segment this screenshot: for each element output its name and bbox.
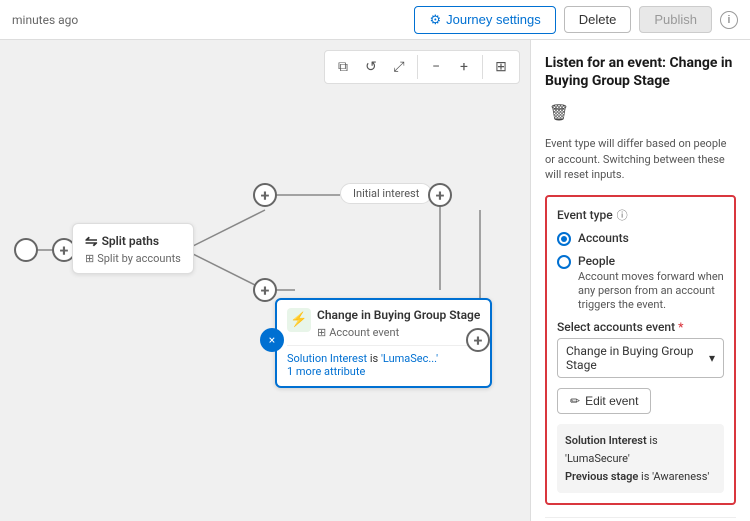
event-config-box: Event type ⓘ Accounts People Account mov… [545, 195, 736, 506]
event-node-info: Change in Buying Group Stage ⊞ Account e… [317, 308, 480, 339]
toolbar-divider2 [482, 55, 483, 79]
canvas-area[interactable]: ⧉ ↺ ⤢ − + ⊞ [0, 40, 530, 521]
plus-node-label[interactable]: + [428, 183, 452, 207]
delete-event-button[interactable]: 🗑 [545, 98, 573, 126]
pencil-icon: ✏ [570, 394, 580, 408]
split-title: ⇋ Split paths [85, 232, 181, 250]
event-type-info-icon: ⓘ [617, 207, 628, 223]
accounts-label-wrap: Accounts [578, 231, 629, 245]
event-attr-1: Solution Interest is 'LumaSec...' [287, 352, 480, 365]
attribute-box: Solution Interest is 'LumaSecure' Previo… [557, 424, 724, 493]
journey-settings-button[interactable]: ⚙ Journey settings [414, 6, 555, 34]
event-type-label: Event type ⓘ [557, 207, 724, 223]
panel-note: Event type will differ based on people o… [545, 136, 736, 182]
expand-button[interactable]: ⤢ [387, 55, 411, 79]
info-icon[interactable]: i [720, 11, 738, 29]
label-node: Initial interest [340, 183, 432, 204]
add-node-button-top[interactable]: + [253, 183, 277, 207]
select-accounts-event-label: Select accounts event * [557, 320, 724, 334]
zoom-in-button[interactable]: + [452, 55, 476, 79]
timestamp: minutes ago [12, 13, 78, 27]
canvas-toolbar: ⧉ ↺ ⤢ − + ⊞ [324, 50, 520, 84]
zoom-out-button[interactable]: − [424, 55, 448, 79]
add-node-button-right[interactable]: + [466, 328, 490, 352]
event-more-attrs: 1 more attribute [287, 365, 480, 378]
event-subtitle: ⊞ Account event [317, 326, 480, 339]
plus-node-top[interactable]: + [253, 183, 277, 207]
panel-title: Listen for an event: Change in Buying Gr… [545, 54, 736, 90]
event-node-attrs: Solution Interest is 'LumaSec...' 1 more… [287, 345, 480, 378]
delete-button[interactable]: Delete [564, 6, 632, 33]
people-radio[interactable] [557, 255, 571, 269]
attr-val-1: LumaSecure [567, 452, 628, 465]
entry-node [14, 238, 38, 262]
toolbar-divider [417, 55, 418, 79]
add-node-button-label[interactable]: + [428, 183, 452, 207]
accounts-radio-option[interactable]: Accounts [557, 231, 724, 246]
publish-button[interactable]: Publish [639, 6, 712, 33]
event-header: ⚡ Change in Buying Group Stage ⊞ Account… [287, 308, 480, 339]
close-circle[interactable]: × [260, 328, 284, 352]
timeout-section: Timeout Define the amount of time the Jo… [545, 517, 736, 521]
attr-line-1: Solution Interest is 'LumaSecure' [565, 432, 716, 467]
event-node[interactable]: ⚡ Change in Buying Group Stage ⊞ Account… [275, 298, 492, 388]
people-radio-option[interactable]: People Account moves forward when any pe… [557, 254, 724, 313]
accounts-event-select[interactable]: Change in Buying Group Stage ▾ [557, 338, 724, 378]
top-bar: minutes ago ⚙ Journey settings Delete Pu… [0, 0, 750, 40]
top-bar-actions: ⚙ Journey settings Delete Publish i [414, 6, 738, 34]
plus-node-right[interactable]: + [466, 328, 490, 352]
close-node[interactable]: × [260, 328, 284, 352]
main-content: ⧉ ↺ ⤢ − + ⊞ [0, 40, 750, 521]
accounts-radio[interactable] [557, 232, 571, 246]
attr-val-2: Awareness [653, 470, 707, 483]
gear-icon: ⚙ [429, 12, 441, 28]
edit-event-button[interactable]: ✏ Edit event [557, 388, 651, 414]
add-node-button-bottom[interactable]: + [253, 278, 277, 302]
event-lightning-icon: ⚡ [287, 308, 311, 332]
split-subtitle: ⊞ Split by accounts [85, 252, 181, 265]
people-label-wrap: People Account moves forward when any pe… [578, 254, 724, 313]
split-paths-node[interactable]: ⇋ Split paths ⊞ Split by accounts [72, 223, 194, 274]
entry-circle [14, 238, 38, 262]
undo-button[interactable]: ↺ [359, 55, 383, 79]
grid-toggle-button[interactable]: ⊞ [489, 55, 513, 79]
dropdown-arrow-icon: ▾ [709, 351, 715, 365]
plus-node-bottom[interactable]: + [253, 278, 277, 302]
copy-canvas-button[interactable]: ⧉ [331, 55, 355, 79]
attr-line-2: Previous stage is 'Awareness' [565, 468, 716, 486]
right-panel: Listen for an event: Change in Buying Gr… [530, 40, 750, 521]
